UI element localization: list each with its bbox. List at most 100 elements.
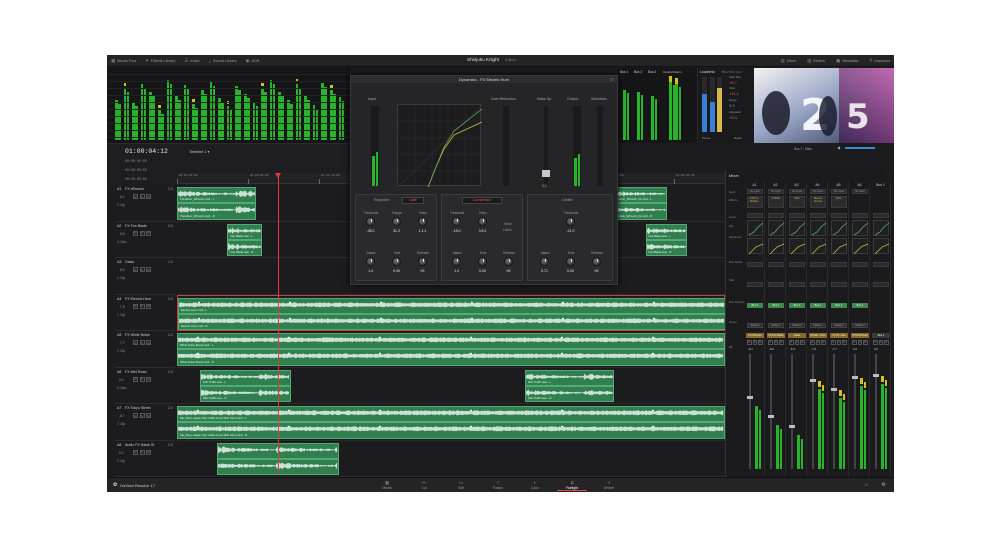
keyframe-dot[interactable] <box>652 317 655 320</box>
volume-slider[interactable] <box>845 147 875 149</box>
track-header-a7[interactable]: A7 FX Tokyo Street 2.0 -6.7 R S M 1 Clip <box>115 404 175 441</box>
keyframe-dot[interactable] <box>287 409 290 412</box>
track-solo-button[interactable]: S <box>139 449 145 455</box>
audio-clip[interactable]: Fan Blade.wav - R <box>645 239 687 256</box>
strip-solo-button[interactable]: S <box>815 340 820 345</box>
track-record-button[interactable]: R <box>133 340 138 345</box>
effects-slot[interactable]: Reverb Chorus <box>810 196 826 208</box>
track-header-a6[interactable]: A6 FX Wet Road 2.0 0.0 R S M 2 Clips <box>115 368 175 404</box>
bus-send-slot[interactable] <box>747 262 763 267</box>
audio-clip[interactable]: Transition_Whoosh_02.mp3 - L <box>609 187 668 204</box>
audio-clip[interactable]: Fan Blade.wav - L <box>227 223 263 240</box>
bus-send-slot[interactable] <box>768 262 784 267</box>
input-slot[interactable]: No Input <box>810 189 826 194</box>
strip-mute-button[interactable]: M <box>863 340 868 345</box>
strip-record-button[interactable]: R <box>831 340 836 345</box>
loudness-standard[interactable]: BS.1770-1 (LU) <box>722 70 741 74</box>
viewer-output-label[interactable]: Bus 1 · Main <box>794 147 812 151</box>
keyframe-dot[interactable] <box>470 301 473 303</box>
bus-output-button[interactable]: Bus 1 <box>747 303 763 308</box>
dynamics-graph[interactable] <box>789 238 806 255</box>
knob-hold[interactable] <box>566 257 575 266</box>
fader-handle[interactable] <box>746 395 753 399</box>
keyframe-dot[interactable] <box>561 317 564 320</box>
knob-attack[interactable] <box>366 257 375 266</box>
bus-send-slot[interactable] <box>789 262 805 267</box>
track-mute-button[interactable]: M <box>146 267 151 272</box>
strip-mute-button[interactable]: M <box>842 340 847 345</box>
audio-clip[interactable]: White Noise Boost.mp3 - R <box>177 349 725 366</box>
bus-output-button[interactable]: Bus 1 <box>768 303 784 308</box>
fader-handle[interactable] <box>872 373 879 377</box>
group-button[interactable]: Group 1 <box>768 323 784 328</box>
keyframe-dot[interactable] <box>651 409 654 412</box>
limiter-toggle[interactable]: Limiter <box>562 198 573 202</box>
keyframe-dot[interactable] <box>287 425 290 428</box>
track-solo-button[interactable]: S <box>139 303 145 309</box>
panel-media-pool[interactable]: ▦ Media Pool <box>111 58 136 64</box>
group-button[interactable]: Group 1 <box>810 323 826 328</box>
knob-threshold[interactable] <box>566 217 575 226</box>
input-slot[interactable]: No Input <box>831 189 847 194</box>
keyframe-dot[interactable] <box>197 317 200 320</box>
track-header-a5[interactable]: A5 FX White Noise 2.0 -7.7 R S M 1 Clip <box>115 331 175 368</box>
insert-slot[interactable] <box>852 213 868 218</box>
bus-send-slot[interactable] <box>852 262 868 267</box>
audio-clip[interactable]: SE_Tokyo Japan City Traffic Amos With Si… <box>177 422 725 439</box>
strip-record-button[interactable]: R <box>852 340 857 345</box>
settings-gear-icon[interactable]: ⚙ <box>882 482 886 488</box>
strip-record-button[interactable]: R <box>747 340 752 345</box>
insert-slot[interactable] <box>768 213 784 218</box>
track-header-a8[interactable]: A8 Audio FX Hawk St 2.0 0.0 R S M 1 Clip <box>115 441 175 477</box>
page-tab-cut[interactable]: ✂ Cut <box>409 479 439 490</box>
insert-slot[interactable] <box>873 213 889 218</box>
panel-inspector[interactable]: ⚲ Inspector <box>869 58 890 64</box>
insert-slot[interactable] <box>747 213 763 218</box>
track-record-button[interactable]: R <box>133 267 138 272</box>
strip-mute-button[interactable]: M <box>821 340 826 345</box>
eq-graph[interactable] <box>747 220 764 236</box>
track-solo-button[interactable]: S <box>139 340 145 345</box>
strip-solo-button[interactable]: S <box>836 340 841 345</box>
keyframe-dot[interactable] <box>196 336 199 339</box>
knob-threshold[interactable] <box>366 217 375 226</box>
track-mute-button[interactable]: M <box>146 449 151 455</box>
strip-record-button[interactable]: R <box>873 340 878 345</box>
pan-control[interactable] <box>852 282 868 287</box>
keyframe-dot[interactable] <box>652 301 655 303</box>
eq-graph[interactable] <box>831 220 848 236</box>
audio-clip[interactable]: Transition_Whoosh.mp3 - L <box>177 187 257 204</box>
knob-ratio[interactable] <box>478 217 487 226</box>
knob-hold[interactable] <box>478 257 487 266</box>
eq-graph[interactable] <box>768 220 785 236</box>
panel-meters[interactable]: ▤ Meters <box>807 58 825 64</box>
bus-output-button[interactable]: Bus 1 <box>852 303 868 308</box>
audio-clip[interactable]: Transition_Whoosh.mp3 - R <box>177 203 257 220</box>
keyframe-dot[interactable] <box>651 336 654 339</box>
bus-send-slot[interactable] <box>810 262 826 267</box>
bus-output-button[interactable]: Bus 1 <box>789 303 805 308</box>
group-button[interactable]: Group 1 <box>747 323 763 328</box>
audio-clip[interactable]: Fan Blade.wav - R <box>227 239 263 256</box>
strip-solo-button[interactable]: S <box>794 340 799 345</box>
track-header-a1[interactable]: A1 FX Whoosh 2.0 -8.1 R S M 1 Clip <box>115 185 175 222</box>
track-solo-button[interactable]: S <box>139 413 145 418</box>
speaker-icon[interactable]: ◀ <box>837 145 840 150</box>
page-tab-fusion[interactable]: ✧ Fusion <box>483 479 513 490</box>
insert-slot[interactable] <box>810 213 826 218</box>
track-mute-button[interactable]: M <box>146 230 151 236</box>
eq-graph[interactable] <box>873 220 890 236</box>
knob-release[interactable] <box>592 257 601 266</box>
reset-icon[interactable]: ↺ <box>610 77 613 82</box>
fader-handle[interactable] <box>851 376 858 380</box>
listen-button[interactable]: Listen <box>503 228 512 232</box>
insert-slot[interactable] <box>789 213 805 218</box>
audio-clip[interactable]: Electric Hum.mp3 - R <box>178 313 726 330</box>
effects-slot[interactable]: AirDrop... Multiba... <box>747 196 763 208</box>
pan-control[interactable] <box>747 282 763 287</box>
eq-graph[interactable] <box>810 220 827 236</box>
strip-solo-button[interactable]: S <box>857 340 862 345</box>
audio-clip[interactable]: Wet Traffic.wav - L <box>524 369 615 386</box>
keyframe-dot[interactable] <box>469 409 472 412</box>
pan-control[interactable] <box>768 282 784 287</box>
